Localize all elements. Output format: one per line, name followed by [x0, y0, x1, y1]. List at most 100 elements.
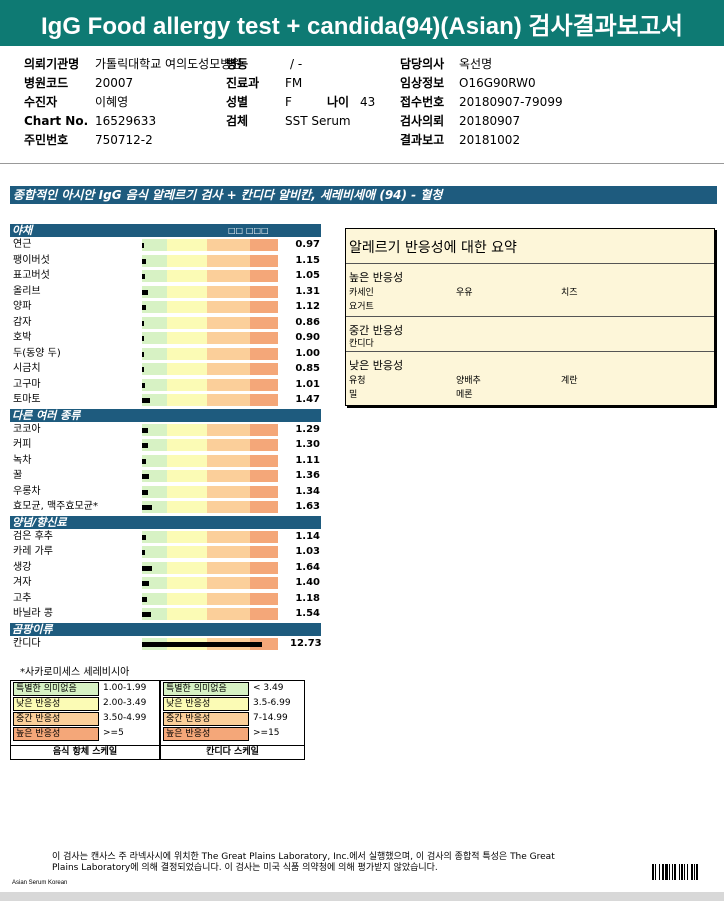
category-name: 다른 여러 종류 — [12, 408, 81, 422]
result-value: 1.54 — [295, 608, 320, 619]
summary-item: 칸디다 — [349, 339, 374, 349]
scale-zone — [250, 301, 278, 313]
legend-range: 3.50-4.99 — [103, 713, 147, 723]
scale-zone — [278, 239, 290, 251]
result-bar — [142, 367, 144, 372]
scale-zone — [167, 270, 207, 282]
scale-zone — [207, 301, 250, 313]
result-bar — [142, 258, 147, 264]
scale-zone — [278, 501, 290, 513]
food-name: 우롱차 — [13, 485, 41, 497]
result-row: 연근 0.97 — [10, 238, 321, 252]
scale-zone — [278, 394, 290, 406]
reactivity-scale — [142, 394, 290, 406]
result-bar — [142, 612, 151, 617]
result-bar — [142, 382, 145, 388]
barcode-icon — [652, 864, 708, 880]
result-row: 감자 0.86 — [10, 316, 321, 330]
reactivity-scale — [142, 501, 290, 513]
summary-item: 카세인 — [349, 288, 374, 298]
scale-zone — [167, 423, 207, 436]
food-scale-legend: 특별한 의미없음 1.00-1.99 낮은 반응성 2.00-3.49 중간 반응성 3.… — [10, 680, 160, 760]
footer-line-2: Plains Laboratory에 의해 결정되었습니다. 이 검사는 미국 … — [52, 863, 438, 873]
legend-range: 7-14.99 — [253, 713, 288, 723]
scale-zone — [278, 347, 290, 360]
specimen-label: 검체 — [226, 114, 248, 128]
result-row: 양파 1.12 — [10, 300, 321, 314]
reactivity-scale — [142, 239, 290, 251]
scale-zone — [250, 332, 278, 344]
scale-zone — [142, 239, 167, 251]
legend-range: >=15 — [253, 728, 280, 738]
scale-zone — [250, 270, 278, 282]
specimen-value: SST Serum — [285, 114, 351, 128]
scale-zone — [207, 561, 250, 574]
result-row: 올리브 1.31 — [10, 285, 321, 299]
header-value: 20180907-79099 — [459, 95, 563, 109]
legend-label: 중간 반응성 — [163, 712, 249, 726]
result-value: 1.01 — [295, 378, 320, 390]
scale-zone — [207, 378, 250, 391]
result-value: 1.34 — [295, 485, 320, 497]
scale-zone — [167, 378, 207, 391]
summary-item: 치즈 — [561, 288, 578, 298]
result-bar — [142, 243, 145, 248]
result-bar — [142, 534, 147, 540]
result-value: 1.03 — [295, 546, 320, 557]
scale-zone — [207, 347, 250, 360]
scale-zone — [167, 332, 207, 344]
result-value: 1.63 — [295, 501, 320, 512]
summary-title: 알레르기 반응성에 대한 요약 — [349, 240, 517, 256]
header-label: 접수번호 — [400, 95, 445, 109]
header-value: 20007 — [95, 76, 134, 90]
sex-label-text: 성별 — [226, 95, 249, 109]
scale-zone — [250, 439, 278, 451]
summary-item: 양배추 — [456, 376, 481, 386]
legend-label: 높은 반응성 — [163, 727, 249, 741]
food-name: 바닐라 콩 — [13, 608, 53, 619]
food-name: 칸디다 — [13, 637, 41, 649]
food-name: 겨자 — [13, 577, 32, 588]
header-label: Chart No. — [24, 114, 89, 128]
legend-label: 높은 반응성 — [13, 727, 99, 741]
barcode-bar — [665, 864, 668, 880]
scale-zone — [167, 592, 207, 605]
header-label: 병원코드 — [24, 76, 69, 90]
category-header: 양념/향신료 — [10, 515, 321, 529]
result-value: 1.29 — [295, 423, 320, 435]
header-value: 20180907 — [459, 114, 521, 128]
scale-zone — [167, 394, 207, 406]
result-row: 녹차 1.11 — [10, 454, 321, 468]
scale-zone — [278, 439, 290, 451]
barcode-bar — [681, 864, 683, 880]
scale-zone — [167, 301, 207, 313]
barcode-bar — [652, 864, 654, 880]
category-header: 다른 여러 종류 — [10, 408, 321, 422]
legend-label: 낮은 반응성 — [163, 697, 249, 711]
category-name: 야채 — [12, 224, 33, 237]
food-name: 생강 — [13, 561, 32, 573]
scale-zone — [207, 332, 250, 344]
header-value: O16G90RW0 — [459, 76, 536, 90]
sex-value: F — [285, 95, 292, 109]
scale-zone — [278, 608, 290, 620]
scale-zone — [250, 378, 278, 391]
reactivity-scale — [142, 285, 290, 298]
scale-zone — [278, 423, 290, 436]
header-value: 20181002 — [459, 133, 521, 147]
scale-zone — [142, 378, 167, 391]
scale-zone — [278, 270, 290, 282]
reactivity-scale — [142, 363, 290, 375]
reactivity-scale — [142, 454, 290, 467]
result-bar — [142, 398, 151, 403]
result-row: 검은 후추 1.14 — [10, 530, 321, 544]
scale-zone — [167, 561, 207, 574]
result-row: 카레 가루 1.03 — [10, 545, 321, 559]
scale-zone — [167, 363, 207, 375]
legend-range: < 3.49 — [253, 683, 284, 693]
scale-zone — [207, 239, 250, 251]
summary-item: 요거트 — [349, 302, 374, 312]
scale-zone — [278, 332, 290, 344]
scale-zone — [207, 285, 250, 298]
scale-zone — [278, 254, 290, 267]
